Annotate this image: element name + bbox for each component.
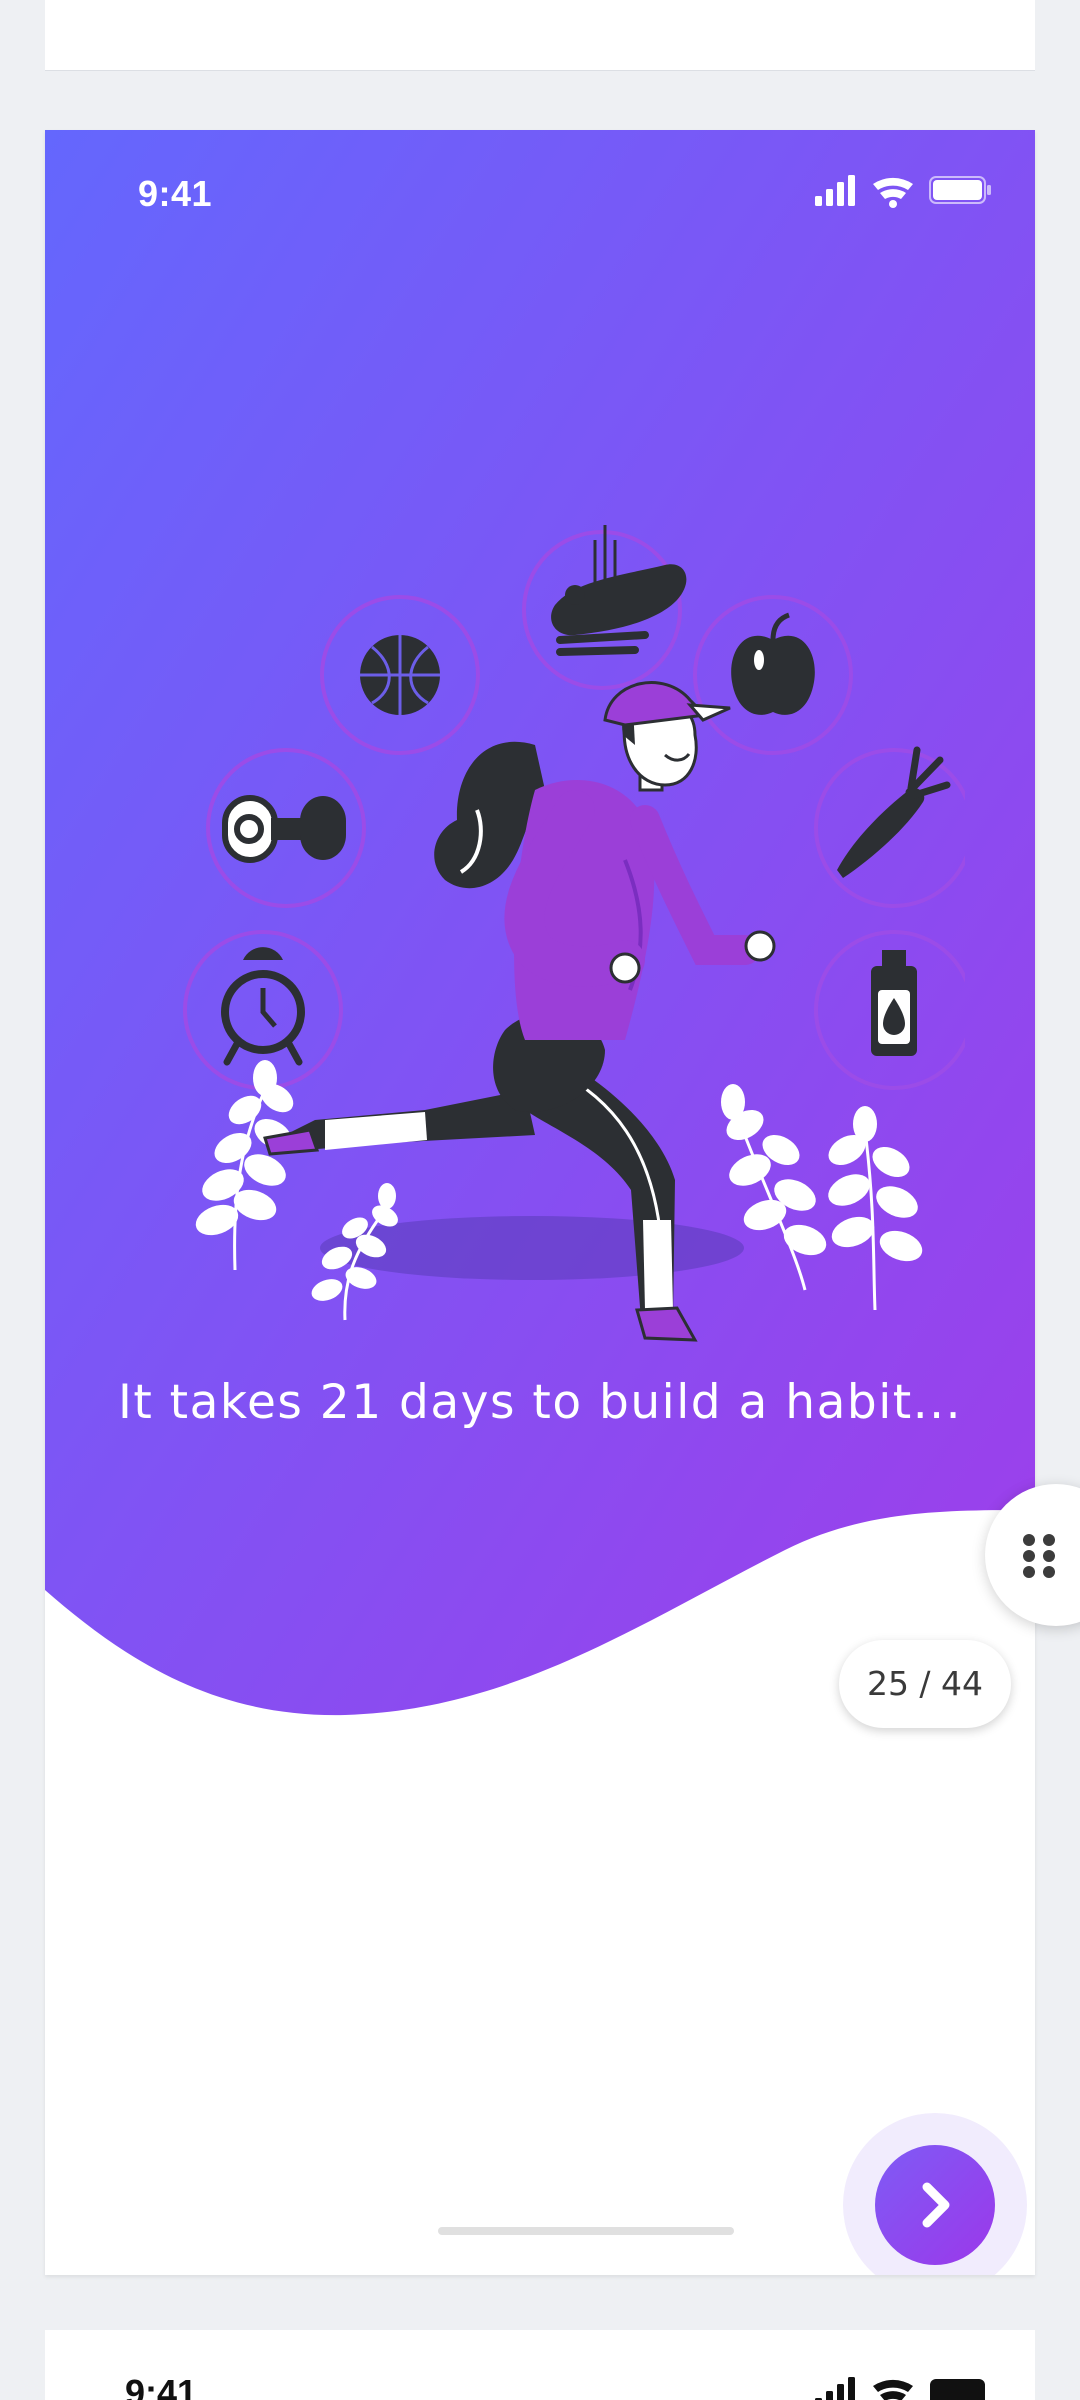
battery-icon bbox=[929, 176, 991, 204]
plants-left bbox=[195, 1060, 398, 1321]
home-indicator bbox=[438, 2227, 734, 2235]
apple-icon bbox=[731, 612, 815, 715]
water-bottle-icon bbox=[871, 950, 917, 1056]
page-counter: 25 / 44 bbox=[839, 1640, 1011, 1728]
onboarding-screen: 9:41 It takes 21 days to build a habit..… bbox=[45, 130, 1035, 2275]
plants-right bbox=[721, 1084, 923, 1311]
wifi-icon bbox=[873, 177, 913, 208]
next-card-status-icons bbox=[815, 2377, 985, 2400]
alarm-clock-icon bbox=[221, 947, 305, 1066]
carrot-icon bbox=[837, 746, 951, 878]
next-card-time: 9:41 bbox=[125, 2372, 198, 2400]
basketball-icon bbox=[360, 635, 440, 715]
next-card-preview: 9:41 bbox=[45, 2330, 1035, 2400]
status-time: 9:41 bbox=[138, 173, 213, 214]
grid-dots-icon bbox=[1023, 1534, 1055, 1578]
next-button-inner[interactable] bbox=[875, 2145, 995, 2265]
habit-illustration bbox=[183, 525, 965, 1342]
signal-icon bbox=[815, 175, 855, 206]
dumbbell-icon bbox=[222, 795, 346, 863]
previous-card bbox=[45, 0, 1035, 71]
status-icons bbox=[815, 175, 991, 208]
next-button[interactable] bbox=[843, 2113, 1027, 2275]
handwash-icon bbox=[551, 525, 687, 656]
chevron-right-icon bbox=[922, 2182, 950, 2228]
onboarding-tagline: It takes 21 days to build a habit... bbox=[117, 1375, 963, 1430]
